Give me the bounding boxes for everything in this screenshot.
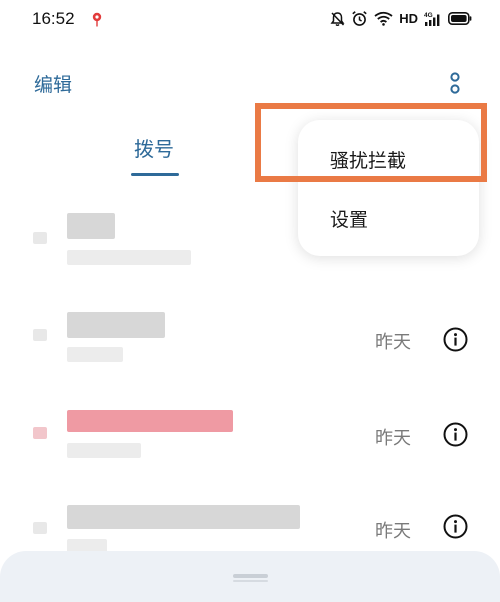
call-log-item[interactable]: 昨天 xyxy=(0,400,500,486)
call-detail-redacted xyxy=(67,347,123,362)
signal-4g-icon: 4G xyxy=(424,12,440,26)
status-icons: HD 4G xyxy=(330,10,472,27)
contact-name-redacted xyxy=(67,312,165,338)
missed-call-icon xyxy=(33,427,47,439)
hd-label: HD xyxy=(399,11,418,26)
tab-dial[interactable]: 拨号 xyxy=(134,133,174,162)
edit-button[interactable]: 编辑 xyxy=(34,70,72,97)
contact-name-redacted xyxy=(67,410,233,432)
menu-item-settings[interactable]: 设置 xyxy=(330,205,368,232)
sheet-drag-handle[interactable] xyxy=(233,574,268,578)
call-time: 昨天 xyxy=(375,332,411,353)
call-detail-redacted xyxy=(67,443,141,458)
call-time: 昨天 xyxy=(375,521,411,542)
highlight-annotation-box xyxy=(255,103,487,182)
phone-screen: 16:52 HD 4G 编辑 拨号 昨天 昨天 昨天 骚扰拦截 设置 xyxy=(0,0,500,602)
status-time: 16:52 xyxy=(32,9,75,28)
info-icon[interactable] xyxy=(443,327,468,352)
call-type-icon xyxy=(33,522,47,534)
call-detail-redacted xyxy=(67,250,191,265)
status-bar: 16:52 HD 4G xyxy=(0,0,500,42)
wifi-icon xyxy=(374,11,393,26)
call-type-icon xyxy=(33,329,47,341)
call-time: 昨天 xyxy=(375,428,411,449)
info-icon[interactable] xyxy=(443,422,468,447)
contact-name-redacted xyxy=(67,213,115,239)
tab-active-indicator xyxy=(131,173,179,176)
more-vertical-icon[interactable] xyxy=(444,68,466,102)
dialpad-bottom-sheet[interactable] xyxy=(0,551,500,602)
sheet-drag-handle-shadow xyxy=(233,580,268,582)
contact-name-redacted xyxy=(67,505,300,529)
call-type-icon xyxy=(33,232,47,244)
svg-text:4G: 4G xyxy=(424,12,433,19)
battery-icon xyxy=(448,12,472,25)
location-pin-icon xyxy=(92,12,102,27)
call-log-item[interactable]: 昨天 xyxy=(0,302,500,388)
alarm-clock-icon xyxy=(352,11,367,26)
info-icon[interactable] xyxy=(443,514,468,539)
bell-muted-icon xyxy=(330,11,345,26)
